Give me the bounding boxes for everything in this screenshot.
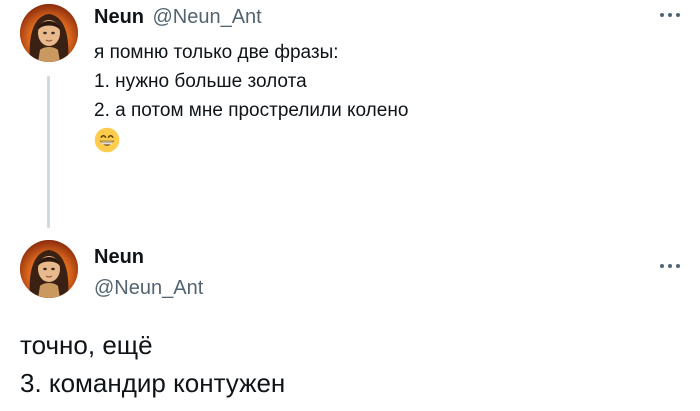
more-dots-icon <box>660 13 680 17</box>
tweet-text: точно, ещё 3. командир контужен <box>20 326 285 402</box>
tweet-text-line: 1. нужно больше золота <box>94 71 307 92</box>
tweet-text-line: 3. командир контужен <box>20 368 286 398</box>
grinning-face-emoji-icon <box>94 127 120 153</box>
author-handle[interactable]: @Neun_Ant <box>152 6 261 28</box>
tweet-header: Neun @Neun_Ant <box>94 4 262 32</box>
tweet-author-handle-row: @Neun_Ant <box>94 275 203 303</box>
tweet-text-line: точно, ещё <box>20 330 153 360</box>
more-dots-icon <box>660 264 680 268</box>
tweet-text-line: 2. а потом мне прострелили колено <box>94 100 409 121</box>
tweet-author-name-row: Neun <box>94 244 144 272</box>
author-handle[interactable]: @Neun_Ant <box>94 277 203 299</box>
thread-connector-line <box>47 76 50 228</box>
author-name[interactable]: Neun <box>94 6 144 28</box>
more-options-button[interactable] <box>656 6 684 24</box>
tweet-text: я помню только две фразы: 1. нужно больш… <box>94 38 408 153</box>
avatar-portrait-icon <box>20 4 78 62</box>
more-options-button[interactable] <box>656 257 684 275</box>
tweet-text-line: я помню только две фразы: <box>94 42 339 63</box>
author-name[interactable]: Neun <box>94 246 144 268</box>
avatar[interactable] <box>20 4 78 62</box>
avatar[interactable] <box>20 240 78 298</box>
avatar-portrait-icon <box>20 240 78 298</box>
